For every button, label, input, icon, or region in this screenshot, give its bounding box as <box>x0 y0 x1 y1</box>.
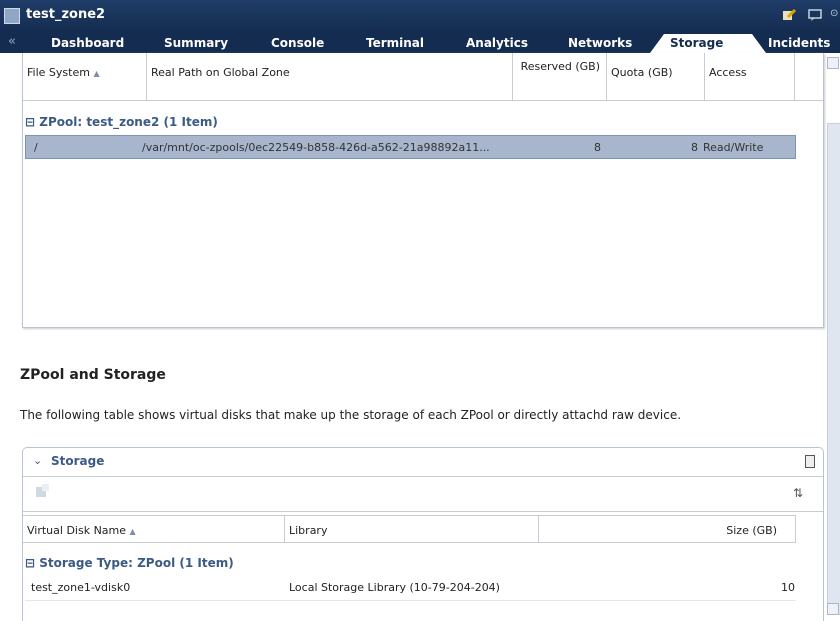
column-header-access[interactable]: Access <box>705 53 795 101</box>
tab-terminal[interactable]: Terminal <box>360 34 424 53</box>
cell-virtual-disk-name: test_zone1-vdisk0 <box>31 581 131 594</box>
group-label: Storage Type: ZPool (1 Item) <box>39 556 234 570</box>
column-label: Quota (GB) <box>611 66 673 79</box>
chevron-down-icon[interactable]: ⌄ <box>33 454 42 467</box>
group-label: ZPool: test_zone2 (1 Item) <box>39 115 218 129</box>
storage-panel-title[interactable]: Storage <box>51 454 104 468</box>
collapse-icon[interactable]: « <box>8 34 16 49</box>
storage-panel-header: ⌄ Storage <box>23 448 823 477</box>
sort-ascending-icon[interactable]: ▲ <box>130 527 136 536</box>
column-label: Library <box>289 524 328 537</box>
zone-icon <box>4 8 20 24</box>
group-row-storage-type[interactable]: ⊟ Storage Type: ZPool (1 Item) <box>25 556 234 570</box>
column-header-size[interactable]: Size (GB) <box>539 515 796 543</box>
column-header-virtual-disk-name[interactable]: Virtual Disk Name ▲ <box>23 515 285 543</box>
column-label: Access <box>709 66 747 79</box>
tab-console[interactable]: Console <box>265 34 324 53</box>
message-icon[interactable] <box>808 9 822 21</box>
cell-quota: 8 <box>691 141 698 154</box>
section-title: ZPool and Storage <box>20 367 166 383</box>
scrollbar-thumb[interactable] <box>827 123 840 615</box>
add-disk-icon[interactable] <box>35 484 49 498</box>
section-description: The following table shows virtual disks … <box>20 408 682 422</box>
cell-real-path: /var/mnt/oc-zpools/0ec22549-b858-426d-a5… <box>142 141 490 154</box>
sort-ascending-icon[interactable]: ▲ <box>93 69 99 78</box>
table-row[interactable]: test_zone1-vdisk0 Local Storage Library … <box>25 576 796 601</box>
cell-library: Local Storage Library (10-79-204-204) <box>289 581 500 594</box>
cell-file-system: / <box>34 141 38 154</box>
cell-size: 10 <box>781 581 795 594</box>
more-icon[interactable]: ⊙ <box>830 8 838 19</box>
file-system-table: File System ▲ Real Path on Global Zone R… <box>22 53 824 328</box>
storage-panel: ⌄ Storage ⇅ Virtual Disk Name ▲ Library … <box>22 447 824 621</box>
tab-analytics[interactable]: Analytics <box>460 34 528 53</box>
window-title: test_zone2 <box>26 7 106 22</box>
storage-toolbar: ⇅ <box>23 477 823 512</box>
window-titlebar: test_zone2 ⊙ <box>0 0 840 32</box>
column-label: Reserved (GB) <box>520 60 600 73</box>
column-header-real-path[interactable]: Real Path on Global Zone <box>147 53 513 101</box>
column-header-reserved[interactable]: Reserved (GB) <box>513 53 607 101</box>
column-label: Size (GB) <box>726 524 777 537</box>
column-label: Real Path on Global Zone <box>151 66 290 79</box>
collapse-group-icon[interactable]: ⊟ <box>25 115 35 129</box>
collapse-group-icon[interactable]: ⊟ <box>25 556 35 570</box>
table-row[interactable]: / /var/mnt/oc-zpools/0ec22549-b858-426d-… <box>25 135 796 159</box>
panel-menu-icon[interactable] <box>805 455 815 468</box>
scroll-down-icon[interactable] <box>827 603 839 615</box>
refresh-icon[interactable]: ⇅ <box>793 486 803 500</box>
group-row-zpool[interactable]: ⊟ ZPool: test_zone2 (1 Item) <box>25 115 218 129</box>
cell-access: Read/Write <box>703 141 764 154</box>
tab-summary[interactable]: Summary <box>158 34 228 53</box>
column-header-file-system[interactable]: File System ▲ <box>23 53 147 101</box>
vertical-scrollbar[interactable] <box>825 53 840 620</box>
tab-networks[interactable]: Networks <box>562 34 632 53</box>
column-header-library[interactable]: Library <box>285 515 539 543</box>
tab-bar: « Dashboard Summary Console Terminal Ana… <box>0 32 840 53</box>
tab-dashboard[interactable]: Dashboard <box>45 34 124 53</box>
column-header-quota[interactable]: Quota (GB) <box>607 53 705 101</box>
tab-incidents[interactable]: Incidents <box>762 34 830 53</box>
edit-icon[interactable] <box>782 9 796 21</box>
scroll-up-icon[interactable] <box>827 57 839 69</box>
cell-reserved: 8 <box>594 141 601 154</box>
column-label: File System <box>27 66 90 79</box>
tab-storage[interactable]: Storage <box>650 34 766 53</box>
column-label: Virtual Disk Name <box>27 524 127 537</box>
column-header-filler <box>795 53 823 101</box>
